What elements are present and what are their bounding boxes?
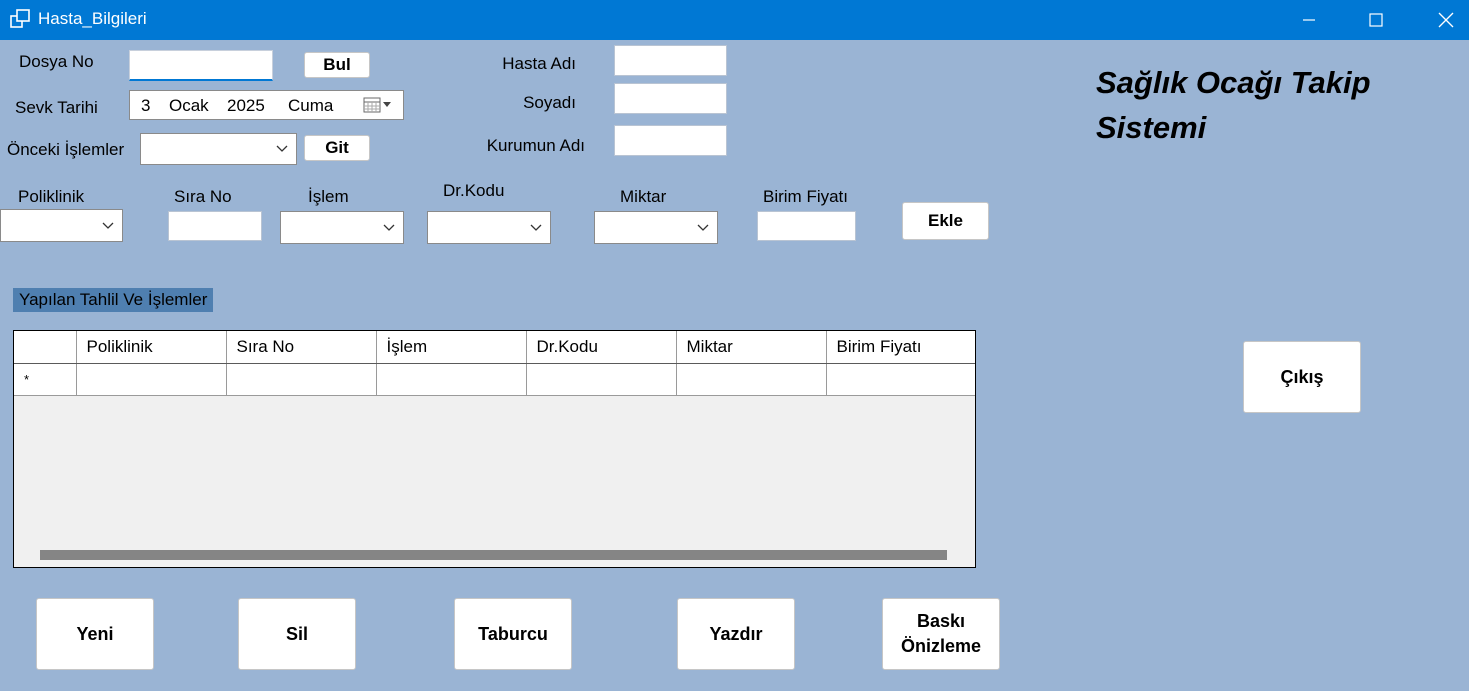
app-title-line1: Sağlık Ocağı Takip [1096, 65, 1371, 100]
maximize-button[interactable] [1347, 0, 1405, 40]
column-header-miktar[interactable]: Miktar [676, 331, 827, 364]
cell-poliklinik[interactable] [76, 363, 227, 396]
cell-birim-fiyati[interactable] [826, 363, 975, 396]
onceki-islemler-select[interactable] [140, 133, 297, 165]
islem-label: İşlem [308, 187, 349, 206]
chevron-down-icon [276, 145, 288, 152]
window-title: Hasta_Bilgileri [38, 9, 147, 28]
chevron-down-icon [102, 222, 114, 229]
bul-button[interactable]: Bul [304, 52, 370, 78]
minimize-icon [1303, 19, 1315, 21]
birim-fiyati-label: Birim Fiyatı [763, 187, 848, 206]
cell-sira-no[interactable] [226, 363, 377, 396]
date-month: Ocak [169, 96, 209, 115]
data-grid[interactable]: Poliklinik Sıra No İşlem Dr.Kodu Miktar … [13, 330, 976, 568]
scrollbar-thumb[interactable] [40, 550, 947, 560]
dr-kodu-label: Dr.Kodu [443, 181, 505, 200]
birim-fiyati-input[interactable] [757, 211, 856, 241]
grid-header-row: Poliklinik Sıra No İşlem Dr.Kodu Miktar … [14, 331, 975, 364]
baski-onizleme-button[interactable]: Baskı Önizleme [882, 598, 1000, 670]
yeni-button[interactable]: Yeni [36, 598, 154, 670]
chevron-down-icon [530, 224, 542, 231]
horizontal-scrollbar[interactable] [14, 541, 975, 567]
sira-no-label: Sıra No [174, 187, 232, 206]
baski-onizleme-line2: Önizleme [900, 636, 982, 656]
cell-dr-kodu[interactable] [526, 363, 677, 396]
sevk-tarihi-label: Sevk Tarihi [15, 98, 98, 117]
column-header-dr-kodu[interactable]: Dr.Kodu [526, 331, 677, 364]
soyadi-label: Soyadı [523, 93, 576, 112]
column-header-birim-fiyati[interactable]: Birim Fiyatı [826, 331, 975, 364]
title-bar: Hasta_Bilgileri [0, 0, 1469, 40]
column-header-rowselector[interactable] [14, 331, 77, 364]
app-icon [10, 9, 30, 28]
close-icon [1438, 12, 1454, 28]
chevron-down-icon [383, 224, 395, 231]
soyadi-input[interactable] [614, 83, 727, 114]
git-button[interactable]: Git [304, 135, 370, 161]
maximize-icon [1369, 13, 1383, 27]
table-row-new[interactable]: * [14, 363, 975, 396]
app-title-line2: Sistemi [1096, 110, 1207, 145]
chevron-down-icon [697, 224, 709, 231]
cell-islem[interactable] [376, 363, 527, 396]
column-header-islem[interactable]: İşlem [376, 331, 527, 364]
taburcu-button[interactable]: Taburcu [454, 598, 572, 670]
kurumun-adi-label: Kurumun Adı [486, 136, 585, 155]
date-weekday: Cuma [288, 96, 334, 115]
ekle-button[interactable]: Ekle [902, 202, 989, 240]
calendar-icon[interactable] [363, 96, 393, 114]
hasta-adi-input[interactable] [614, 45, 727, 76]
cell-miktar[interactable] [676, 363, 827, 396]
new-row-marker: * [14, 363, 77, 396]
dosya-no-input[interactable] [129, 50, 273, 81]
sil-button[interactable]: Sil [238, 598, 356, 670]
app-title: Sağlık Ocağı Takip Sistemi [1096, 60, 1436, 150]
minimize-button[interactable] [1280, 0, 1338, 40]
islem-select[interactable] [280, 211, 404, 244]
miktar-label: Miktar [620, 187, 667, 206]
yazdir-button[interactable]: Yazdır [677, 598, 795, 670]
onceki-islemler-label: Önceki İşlemler [7, 140, 125, 159]
poliklinik-label: Poliklinik [18, 187, 85, 206]
baski-onizleme-line1: Baskı [916, 611, 966, 631]
poliklinik-select[interactable] [0, 209, 123, 242]
hasta-adi-label: Hasta Adı [502, 54, 576, 73]
dr-kodu-select[interactable] [427, 211, 551, 244]
close-button[interactable] [1417, 0, 1469, 40]
column-header-sira-no[interactable]: Sıra No [226, 331, 377, 364]
column-header-poliklinik[interactable]: Poliklinik [76, 331, 227, 364]
miktar-select[interactable] [594, 211, 718, 244]
date-year: 2025 [227, 96, 265, 115]
sira-no-input[interactable] [168, 211, 262, 241]
sevk-tarihi-datepicker[interactable]: 3 Ocak 2025 Cuma [129, 90, 404, 120]
dosya-no-label: Dosya No [19, 52, 94, 71]
date-day: 3 [141, 96, 151, 115]
section-label: Yapılan Tahlil Ve İşlemler [13, 288, 214, 312]
cikis-button[interactable]: Çıkış [1243, 341, 1361, 413]
kurumun-adi-input[interactable] [614, 125, 727, 156]
